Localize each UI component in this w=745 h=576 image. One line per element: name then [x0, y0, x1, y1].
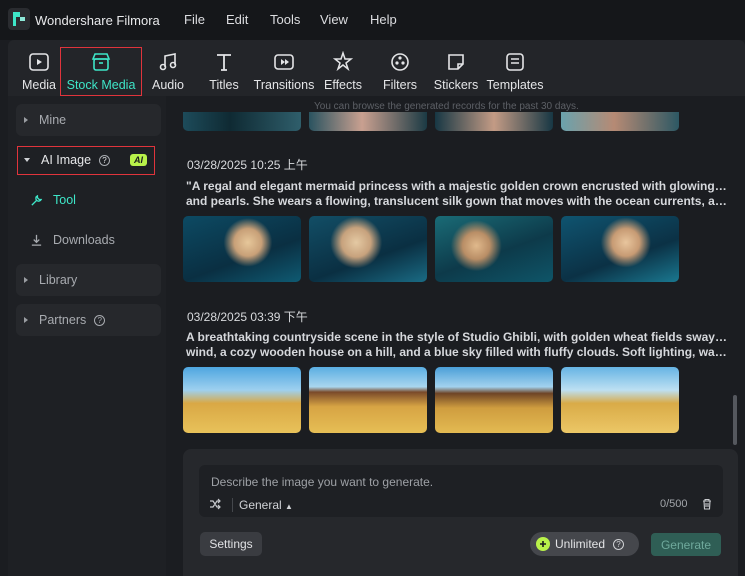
image-thumbnail[interactable]: [435, 112, 553, 131]
media-icon: [29, 53, 49, 71]
image-thumbnail[interactable]: [309, 216, 427, 282]
image-thumbnail[interactable]: [561, 112, 679, 131]
image-thumbnail[interactable]: [309, 367, 427, 433]
trash-icon[interactable]: [701, 498, 713, 510]
help-icon[interactable]: ?: [94, 314, 106, 326]
caret-right-icon: [24, 317, 28, 323]
ai-image-highlight-box: [17, 146, 155, 175]
tab-stickers[interactable]: Stickers: [433, 40, 479, 96]
sidebar-item-mine[interactable]: Mine: [16, 104, 161, 136]
tab-titles[interactable]: Titles: [204, 40, 244, 96]
title-bar: Wondershare Filmora File Edit Tools View…: [0, 0, 745, 40]
templates-icon: [506, 53, 524, 71]
app-title: Wondershare Filmora: [35, 13, 160, 28]
stock-media-icon: [91, 53, 111, 71]
tab-transitions[interactable]: Transitions: [253, 40, 315, 96]
generator-panel: Describe the image you want to generate.…: [183, 449, 738, 576]
titles-icon: [217, 54, 231, 71]
download-icon: [31, 234, 42, 246]
record-date: 03/28/2025 10:25 上午: [187, 158, 308, 172]
menu-help[interactable]: Help: [370, 12, 397, 27]
image-thumbnail[interactable]: [561, 367, 679, 433]
plus-icon: [536, 537, 550, 551]
image-thumbnail[interactable]: [309, 112, 427, 131]
generate-button[interactable]: Generate: [651, 533, 721, 556]
sidebar-item-partners[interactable]: Partners ?: [16, 304, 161, 336]
char-count: 0/500: [660, 498, 688, 510]
stickers-icon: [448, 54, 464, 70]
tab-media[interactable]: Media: [18, 40, 60, 96]
menu-file[interactable]: File: [184, 12, 205, 27]
image-thumbnail[interactable]: [561, 216, 679, 282]
help-icon[interactable]: ?: [613, 538, 625, 550]
image-thumbnail[interactable]: [183, 216, 301, 282]
tab-filters[interactable]: Filters: [378, 40, 422, 96]
tab-stock-media[interactable]: Stock Media: [60, 47, 142, 96]
menu-tools[interactable]: Tools: [270, 12, 300, 27]
image-thumbnail[interactable]: [435, 367, 553, 433]
record-prompt: "A regal and elegant mermaid princess wi…: [186, 179, 728, 208]
transitions-icon: [274, 54, 294, 70]
menu-view[interactable]: View: [320, 12, 348, 27]
wrench-icon: [31, 194, 43, 206]
record-prompt: A breathtaking countryside scene in the …: [186, 330, 728, 359]
prompt-placeholder: Describe the image you want to generate.: [211, 475, 434, 489]
caret-up-icon: ▲: [285, 502, 293, 511]
caret-right-icon: [24, 277, 28, 283]
effects-icon: [332, 51, 354, 72]
settings-button[interactable]: Settings: [200, 532, 262, 556]
shuffle-icon[interactable]: [209, 498, 221, 510]
menu-edit[interactable]: Edit: [226, 12, 248, 27]
sidebar-item-library[interactable]: Library: [16, 264, 161, 296]
sidebar-item-downloads[interactable]: Downloads: [16, 224, 161, 256]
tab-effects[interactable]: Effects: [321, 40, 365, 96]
caret-right-icon: [24, 117, 28, 123]
record-date: 03/28/2025 03:39 下午: [187, 310, 308, 324]
sidebar-item-tool[interactable]: Tool: [16, 184, 161, 216]
unlimited-badge[interactable]: Unlimited ?: [530, 532, 639, 556]
image-thumbnail[interactable]: [183, 112, 301, 131]
image-thumbnail[interactable]: [435, 216, 553, 282]
tab-audio[interactable]: Audio: [148, 40, 188, 96]
image-thumbnail[interactable]: [183, 367, 301, 433]
style-dropdown[interactable]: General ▲: [232, 498, 293, 512]
scrollbar[interactable]: [733, 395, 737, 445]
prompt-input[interactable]: Describe the image you want to generate.…: [199, 465, 723, 517]
filmora-logo-icon: [8, 8, 30, 30]
records-note: You can browse the generated records for…: [314, 101, 579, 112]
tab-templates[interactable]: Templates: [486, 40, 544, 96]
main-toolbar: Media Stock Media Audio Titles Transitio…: [8, 40, 745, 96]
audio-icon: [159, 53, 177, 71]
filters-icon: [391, 53, 409, 71]
